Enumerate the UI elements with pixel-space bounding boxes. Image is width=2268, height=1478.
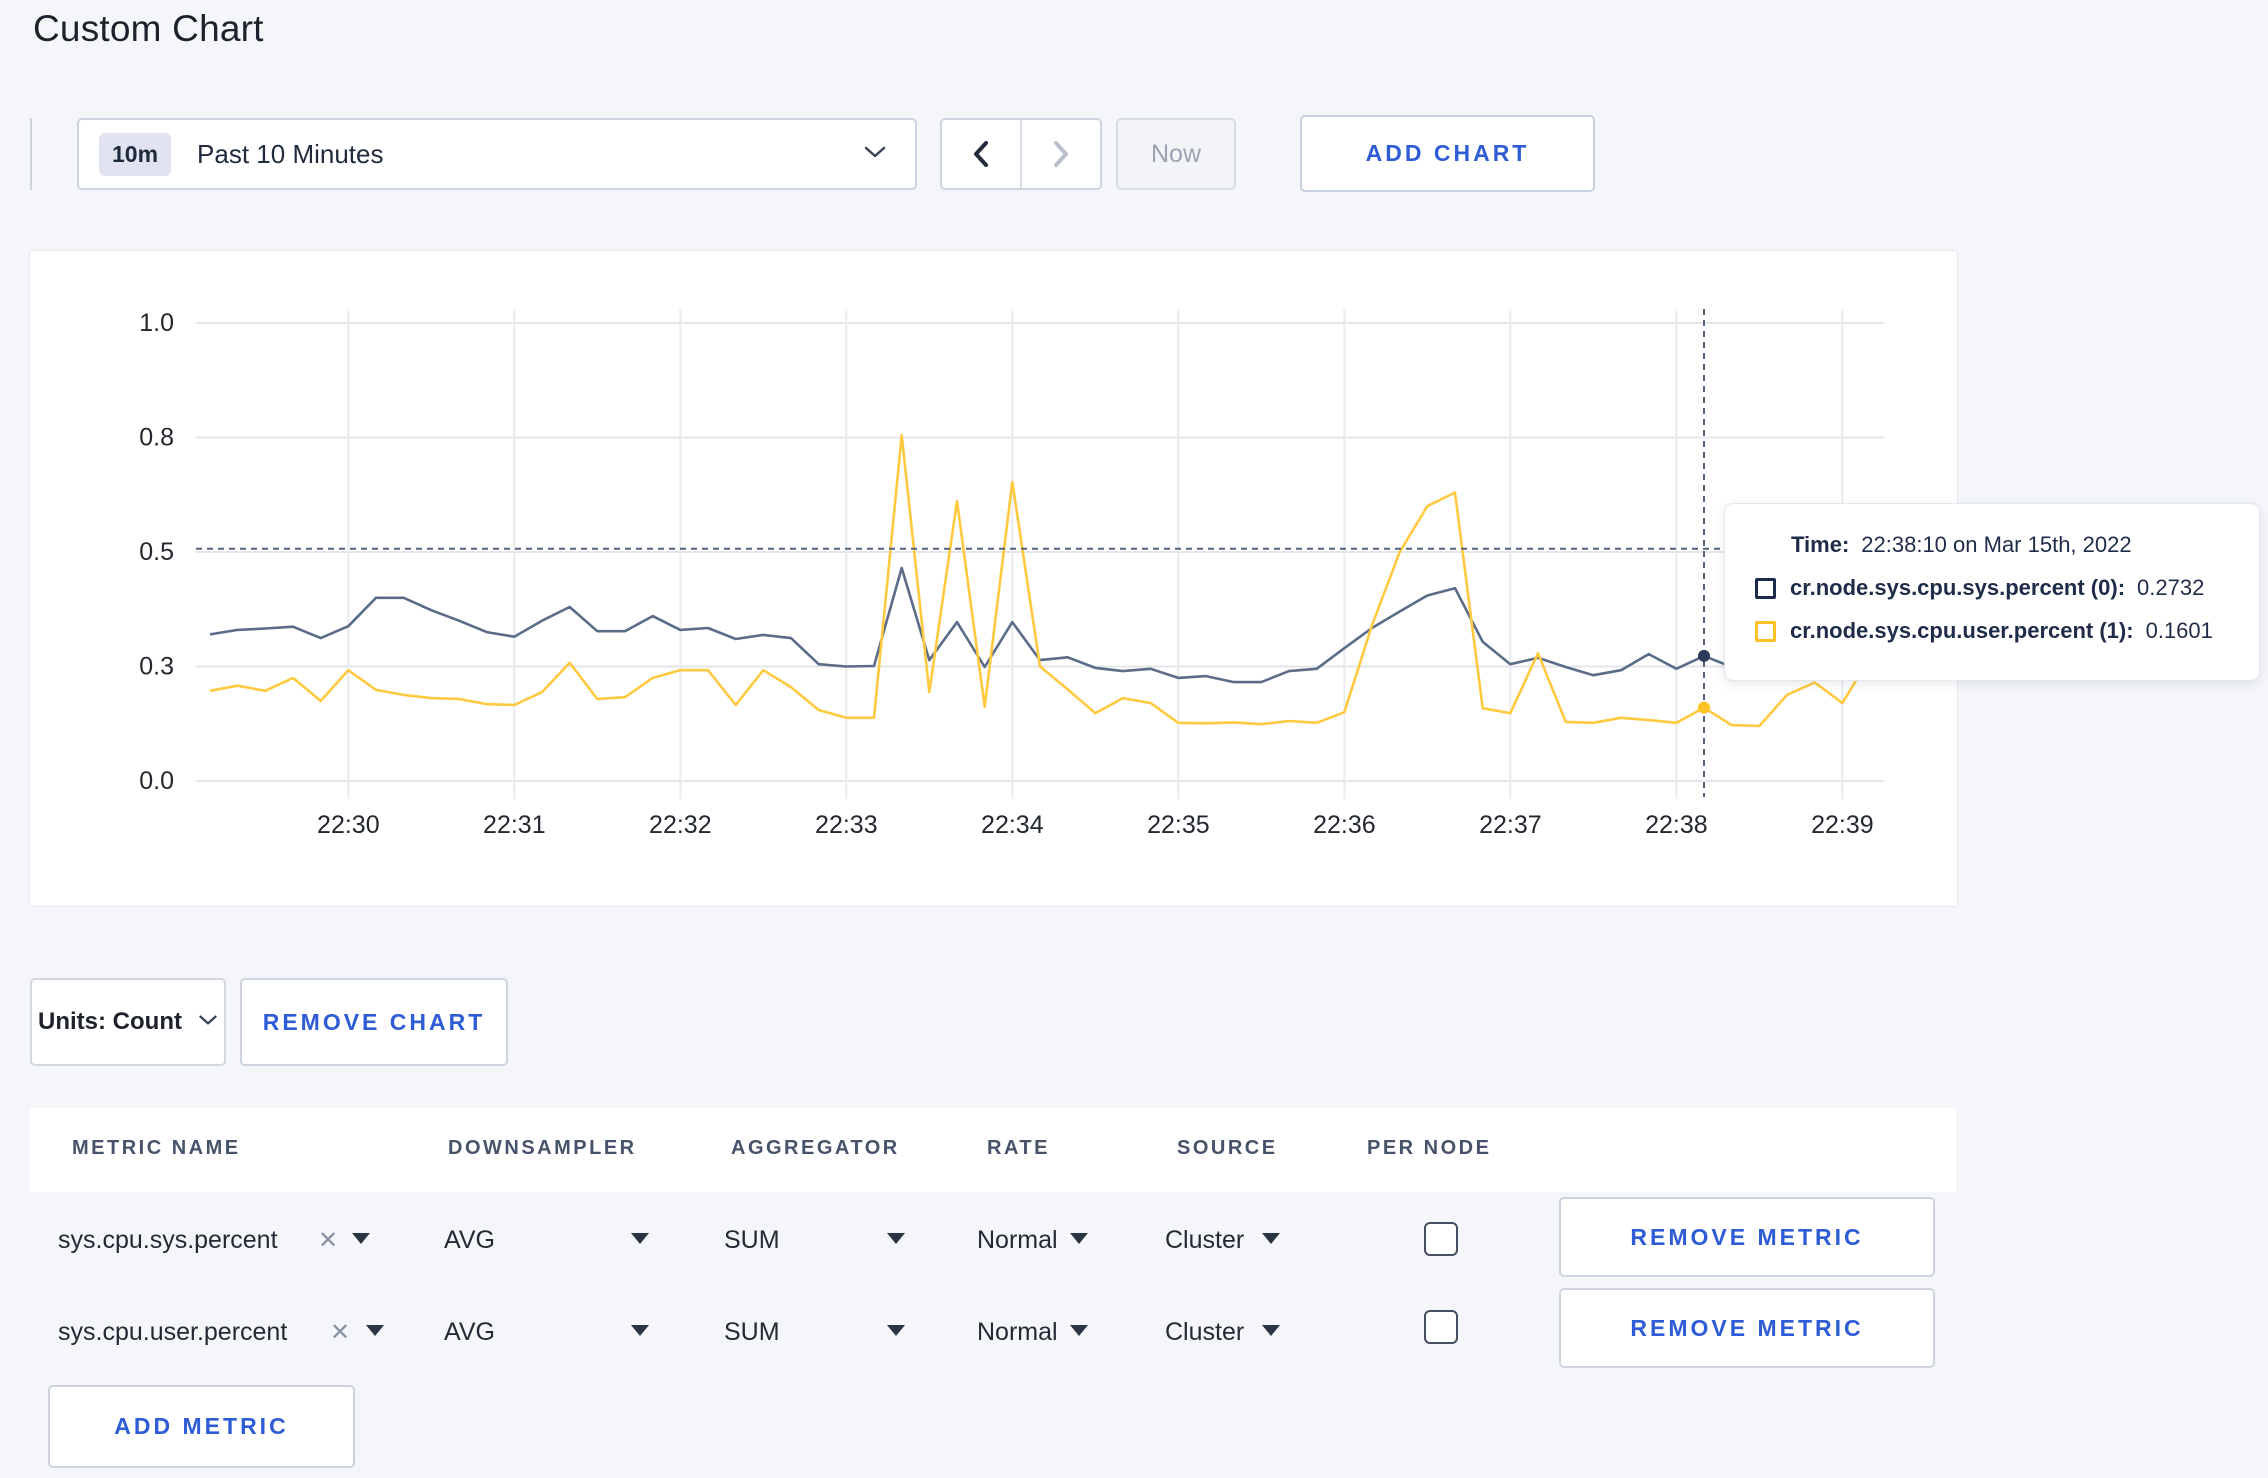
tooltip-time-row: Time: 22:38:10 on Mar 15th, 2022 <box>1755 532 2259 558</box>
aggregator-select[interactable]: SUM <box>724 1226 780 1255</box>
col-rate: RATE <box>987 1137 1050 1159</box>
caret-down-icon[interactable] <box>631 1325 649 1336</box>
remove-metric-button[interactable]: REMOVE METRIC <box>1559 1288 1935 1368</box>
per-node-checkbox[interactable] <box>1424 1222 1458 1256</box>
step-back-button[interactable] <box>942 120 1022 188</box>
tooltip-series-row: cr.node.sys.cpu.sys.percent (0): 0.2732 <box>1755 575 2259 601</box>
chevron-right-icon <box>1054 141 1068 167</box>
chart-tooltip: Time: 22:38:10 on Mar 15th, 2022 cr.node… <box>1724 503 2260 681</box>
time-range-select[interactable]: 10m Past 10 Minutes <box>77 118 917 190</box>
svg-text:0.3: 0.3 <box>139 653 174 681</box>
svg-text:22:33: 22:33 <box>815 811 878 839</box>
metric-name-select[interactable]: sys.cpu.user.percent <box>58 1318 287 1347</box>
aggregator-select[interactable]: SUM <box>724 1318 780 1347</box>
custom-chart-page: Custom Chart 10m Past 10 Minutes Now ADD… <box>0 0 2268 1478</box>
clear-metric-icon[interactable]: ✕ <box>330 1318 350 1347</box>
svg-text:22:32: 22:32 <box>649 811 712 839</box>
svg-text:22:39: 22:39 <box>1811 811 1874 839</box>
chart-card: 0.0 0.3 0.5 0.8 1.0 22:30 22:31 22:32 22:33 22:34… <box>29 250 1958 907</box>
series-0-swatch-icon <box>1755 577 1776 599</box>
col-downsampler: DOWNSAMPLER <box>448 1137 637 1159</box>
metrics-table-header: METRIC NAME DOWNSAMPLER AGGREGATOR RATE … <box>30 1108 1956 1192</box>
downsampler-select[interactable]: AVG <box>444 1226 495 1255</box>
tooltip-series-value: 0.2732 <box>2137 575 2205 600</box>
col-source: SOURCE <box>1177 1137 1278 1159</box>
tooltip-series-row: cr.node.sys.cpu.user.percent (1): 0.1601 <box>1755 618 2259 644</box>
svg-text:1.0: 1.0 <box>139 309 174 337</box>
col-per-node: PER NODE <box>1367 1137 1492 1159</box>
tooltip-series-name: cr.node.sys.cpu.user.percent (1): <box>1790 618 2134 643</box>
source-select[interactable]: Cluster <box>1165 1318 1244 1347</box>
svg-text:22:38: 22:38 <box>1645 811 1708 839</box>
downsampler-select[interactable]: AVG <box>444 1318 495 1347</box>
col-metric-name: METRIC NAME <box>72 1137 241 1159</box>
units-select[interactable]: Units: Count <box>30 978 226 1066</box>
svg-text:22:35: 22:35 <box>1147 811 1210 839</box>
caret-down-icon[interactable] <box>1262 1325 1280 1336</box>
svg-text:22:34: 22:34 <box>981 811 1044 839</box>
rate-select[interactable]: Normal <box>977 1226 1058 1255</box>
svg-text:0.5: 0.5 <box>139 538 174 566</box>
tooltip-time-label: Time: <box>1791 532 1850 557</box>
remove-metric-button[interactable]: REMOVE METRIC <box>1559 1197 1935 1277</box>
clear-metric-icon[interactable]: ✕ <box>318 1226 338 1255</box>
svg-text:22:31: 22:31 <box>483 811 546 839</box>
caret-down-icon[interactable] <box>366 1325 384 1336</box>
time-range-label: Past 10 Minutes <box>197 138 384 169</box>
rate-select[interactable]: Normal <box>977 1318 1058 1347</box>
add-metric-button[interactable]: ADD METRIC <box>48 1385 355 1468</box>
page-title: Custom Chart <box>33 8 264 49</box>
caret-down-icon[interactable] <box>1070 1325 1088 1336</box>
add-chart-button[interactable]: ADD CHART <box>1300 115 1595 192</box>
series-1-swatch-icon <box>1755 620 1776 642</box>
tooltip-series-name: cr.node.sys.cpu.sys.percent (0): <box>1790 575 2126 600</box>
step-forward-button[interactable] <box>1022 120 1100 188</box>
units-label: Units: Count <box>38 1008 182 1035</box>
svg-text:22:37: 22:37 <box>1479 811 1542 839</box>
svg-text:22:36: 22:36 <box>1313 811 1376 839</box>
remove-chart-button[interactable]: REMOVE CHART <box>240 978 508 1066</box>
caret-down-icon[interactable] <box>887 1325 905 1336</box>
toolbar-divider <box>30 118 32 190</box>
caret-down-icon[interactable] <box>887 1233 905 1244</box>
svg-text:0.8: 0.8 <box>139 424 174 452</box>
metric-name-select[interactable]: sys.cpu.sys.percent <box>58 1226 278 1255</box>
tooltip-series-value: 0.1601 <box>2145 618 2213 643</box>
chevron-down-icon <box>863 145 887 164</box>
chevron-down-icon <box>198 1013 218 1031</box>
source-select[interactable]: Cluster <box>1165 1226 1244 1255</box>
svg-text:0.0: 0.0 <box>139 767 174 795</box>
caret-down-icon[interactable] <box>1070 1233 1088 1244</box>
col-aggregator: AGGREGATOR <box>731 1137 900 1159</box>
timeseries-chart[interactable]: 0.0 0.3 0.5 0.8 1.0 22:30 22:31 22:32 22:33 22:34… <box>30 251 1955 904</box>
svg-text:22:30: 22:30 <box>317 811 380 839</box>
time-step-group <box>940 118 1102 190</box>
caret-down-icon[interactable] <box>352 1233 370 1244</box>
time-range-badge: 10m <box>99 132 172 176</box>
chevron-left-icon <box>974 141 988 167</box>
per-node-checkbox[interactable] <box>1424 1310 1458 1344</box>
caret-down-icon[interactable] <box>1262 1233 1280 1244</box>
caret-down-icon[interactable] <box>631 1233 649 1244</box>
tooltip-time-value: 22:38:10 on Mar 15th, 2022 <box>1861 532 2132 557</box>
now-button[interactable]: Now <box>1116 118 1236 190</box>
